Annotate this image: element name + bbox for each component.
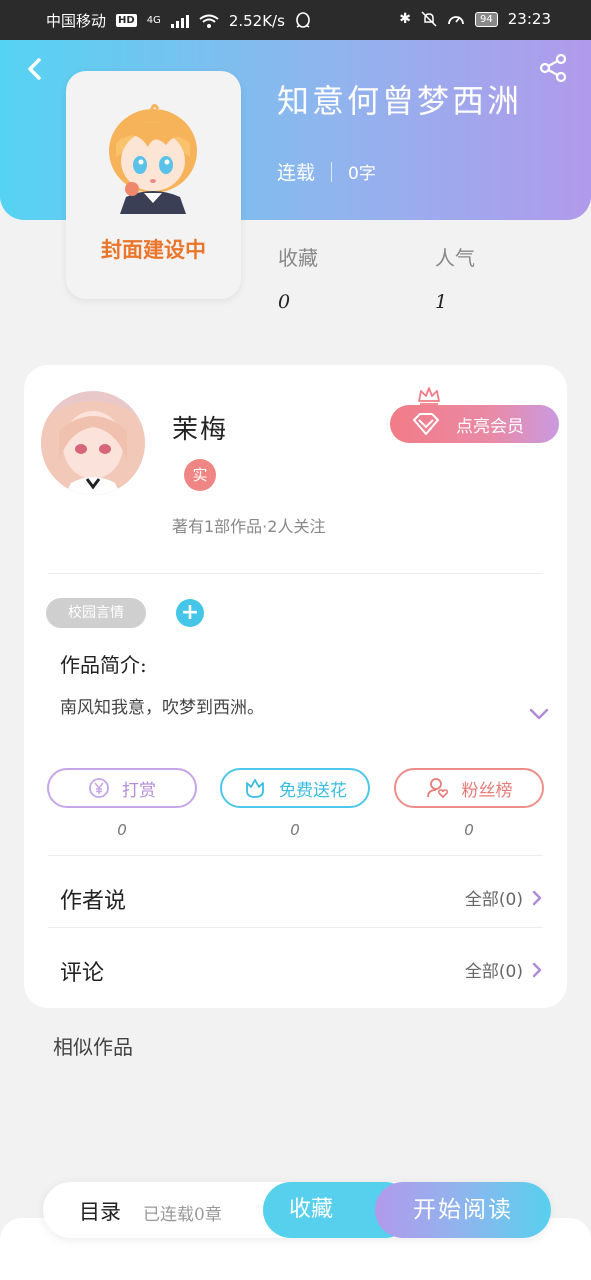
popularity-value: 1 [435, 291, 448, 313]
fans-ranking-label: 粉丝榜 [461, 780, 513, 801]
author-stats: 著有1部作品·2人关注 [172, 517, 326, 536]
similar-works-heading: 相似作品 [53, 1035, 133, 1059]
favorites-stat: 收藏 0 [278, 242, 318, 313]
fans-ranking-button[interactable]: 粉丝榜 [394, 768, 544, 808]
divider [48, 855, 543, 856]
book-title: 知意何曾梦西洲 [277, 82, 523, 120]
cover-placeholder-illustration [109, 104, 197, 214]
signal-icon [170, 14, 189, 28]
comment-row[interactable]: 评论 全部(0) [24, 937, 567, 1007]
clock-text: 23:23 [507, 10, 551, 28]
comment-count: 全部(0) [464, 962, 523, 982]
chapter-count: 已连载0章 [143, 1205, 222, 1225]
send-flower-button[interactable]: 免费送花 [220, 768, 370, 808]
author-say-row[interactable]: 作者说 全部(0) [24, 865, 567, 935]
vip-label: 点亮会员 [456, 416, 524, 437]
chevron-right-icon [532, 962, 542, 977]
reward-button[interactable]: 打赏 [47, 768, 197, 808]
diamond-icon [413, 413, 439, 435]
genre-tag[interactable]: 校园言情 [46, 598, 146, 628]
user-heart-icon [426, 778, 448, 799]
popularity-stat: 人气 1 [435, 242, 475, 313]
reward-count: 0 [117, 821, 127, 839]
favorites-value: 0 [278, 291, 291, 313]
book-detail-card: 茉梅 实 著有1部作品·2人关注 点亮会员 校园言情 + 作品简介: 南风知我意… [24, 365, 567, 1008]
network-text: 4G [146, 15, 161, 26]
hd-badge: HD [116, 14, 137, 27]
fans-count: 0 [464, 821, 474, 839]
divider [48, 927, 543, 928]
book-cover[interactable]: 封面建设中 [66, 71, 241, 299]
favorites-label: 收藏 [278, 246, 318, 270]
meta-divider [331, 161, 333, 182]
flower-count: 0 [290, 821, 300, 839]
status-bar: 中国移动 HD 4G 2.52K/s ✱ 94 23:23 [0, 0, 591, 40]
chevron-down-icon[interactable] [527, 705, 551, 723]
verified-badge: 实 [184, 459, 216, 491]
mute-icon [421, 11, 437, 27]
intro-text: 南风知我意，吹梦到西洲。 [60, 698, 264, 718]
speedometer-icon [448, 16, 464, 25]
chevron-right-icon [532, 890, 542, 905]
bluetooth-icon: ✱ [399, 11, 412, 27]
reward-label: 打赏 [122, 780, 156, 801]
comment-all[interactable]: 全部(0) [465, 957, 543, 982]
author-name[interactable]: 茉梅 [172, 409, 228, 446]
word-count: 0字 [348, 164, 376, 184]
author-say-count: 全部(0) [464, 890, 523, 910]
bottom-action-bar: 目录 已连载0章 收藏 开始阅读 [43, 1182, 551, 1238]
book-meta: 连载 0字 [277, 158, 376, 185]
vip-button[interactable]: 点亮会员 [390, 405, 559, 443]
popularity-label: 人气 [435, 246, 475, 270]
send-flower-label: 免费送花 [279, 780, 347, 801]
crown-icon [418, 387, 440, 405]
start-reading-button[interactable]: 开始阅读 [375, 1182, 551, 1238]
author-avatar[interactable] [41, 391, 145, 495]
flower-icon [246, 779, 264, 798]
yen-coin-icon [89, 778, 109, 798]
wifi-icon [199, 14, 219, 28]
toc-button[interactable]: 目录 [79, 1196, 121, 1226]
carrier-text: 中国移动 [46, 12, 107, 30]
back-icon[interactable] [18, 52, 52, 86]
battery-icon: 94 [475, 11, 498, 27]
share-icon[interactable] [537, 52, 569, 84]
author-say-label: 作者说 [60, 889, 127, 914]
comment-label: 评论 [60, 961, 105, 986]
divider [48, 573, 543, 574]
intro-label: 作品简介: [60, 653, 147, 677]
author-say-all[interactable]: 全部(0) [465, 885, 543, 910]
qq-icon [296, 11, 310, 28]
serial-status: 连载 [277, 162, 316, 184]
add-tag-button[interactable]: + [176, 599, 204, 627]
speed-text: 2.52K/s [228, 11, 285, 30]
cover-placeholder-text: 封面建设中 [101, 239, 206, 262]
